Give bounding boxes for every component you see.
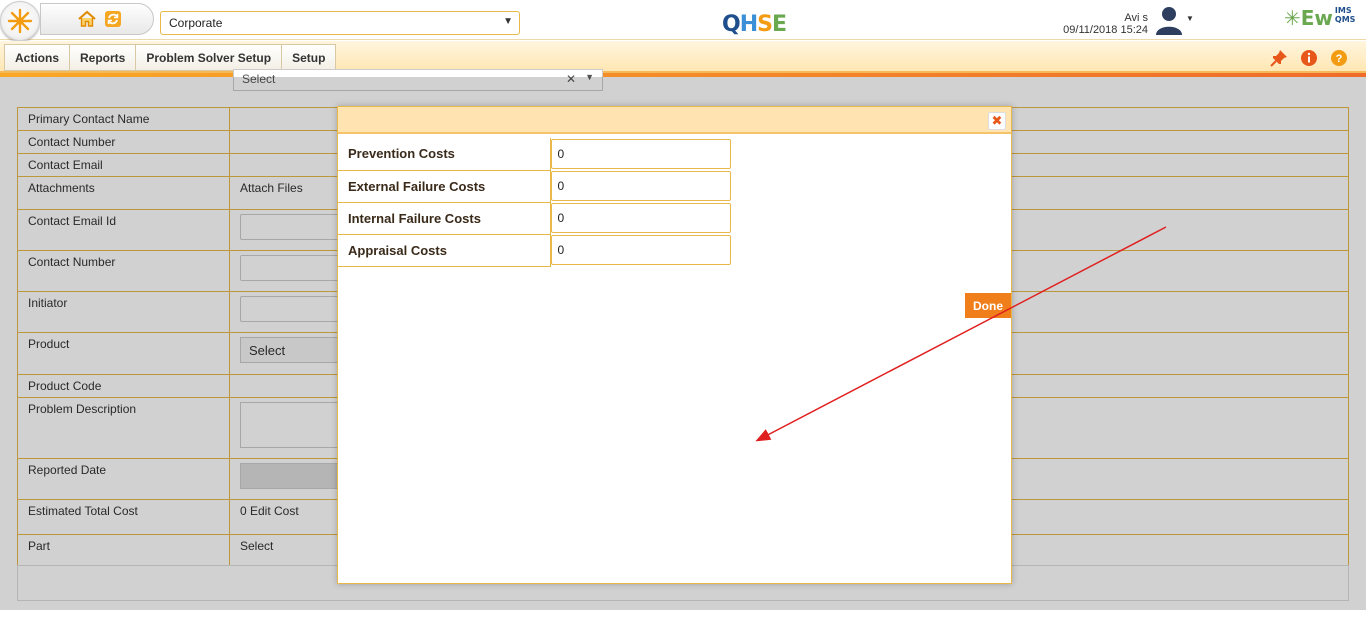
external-failure-costs-input[interactable] xyxy=(550,171,731,201)
internal-failure-costs-input[interactable] xyxy=(550,203,731,233)
close-icon[interactable]: ✖ xyxy=(988,112,1006,130)
help-icon[interactable]: ? xyxy=(1330,49,1348,67)
internal-failure-costs-label: Internal Failure Costs xyxy=(338,202,551,235)
dialog-header: ✖ xyxy=(338,107,1011,134)
tab-actions[interactable]: Actions xyxy=(4,44,70,71)
tab-setup[interactable]: Setup xyxy=(281,44,337,71)
organization-select[interactable]: Corporate ▼ xyxy=(160,11,520,35)
user-name: Avi s xyxy=(1124,12,1148,24)
tab-reports[interactable]: Reports xyxy=(69,44,136,71)
chevron-down-icon: ▼ xyxy=(503,16,513,27)
tab-problem-solver-setup[interactable]: Problem Solver Setup xyxy=(135,44,282,71)
current-datetime: 09/11/2018 15:24 xyxy=(1063,24,1148,36)
edit-cost-dialog: ✖ Prevention Costs External Failure Cost… xyxy=(337,106,1012,584)
user-avatar-icon[interactable] xyxy=(1154,4,1184,36)
prevention-costs-input[interactable] xyxy=(550,139,731,169)
organization-select-value: Corporate xyxy=(169,16,223,30)
pin-icon[interactable] xyxy=(1270,49,1288,67)
user-menu-caret-icon[interactable]: ▼ xyxy=(1186,14,1194,23)
cost-table: Prevention Costs External Failure Costs … xyxy=(338,138,731,267)
appraisal-costs-input[interactable] xyxy=(550,235,731,265)
top-header: Corporate ▼ QHSE Avi s 09/11/2018 15:24 … xyxy=(0,0,1366,41)
qhse-logo: QHSE xyxy=(722,12,787,37)
info-icon[interactable] xyxy=(1300,49,1318,67)
external-failure-costs-label: External Failure Costs xyxy=(338,170,551,203)
user-info: Avi s 09/11/2018 15:24 xyxy=(1063,12,1148,36)
refresh-icon[interactable] xyxy=(103,9,123,29)
appraisal-costs-label: Appraisal Costs xyxy=(338,234,551,267)
svg-text:?: ? xyxy=(1336,53,1343,65)
prevention-costs-label: Prevention Costs xyxy=(338,138,551,171)
brand-logo: ✳ Ew IMS QMS xyxy=(1284,6,1356,30)
app-menu-button[interactable] xyxy=(0,1,40,41)
home-icon[interactable] xyxy=(77,9,97,29)
done-button[interactable]: Done xyxy=(965,293,1011,318)
home-refresh-group xyxy=(40,3,154,35)
sun-logo-icon xyxy=(7,8,33,34)
main-nav: Actions Reports Problem Solver Setup Set… xyxy=(0,41,1366,77)
asterisk-logo-icon: ✳ xyxy=(1284,6,1301,30)
